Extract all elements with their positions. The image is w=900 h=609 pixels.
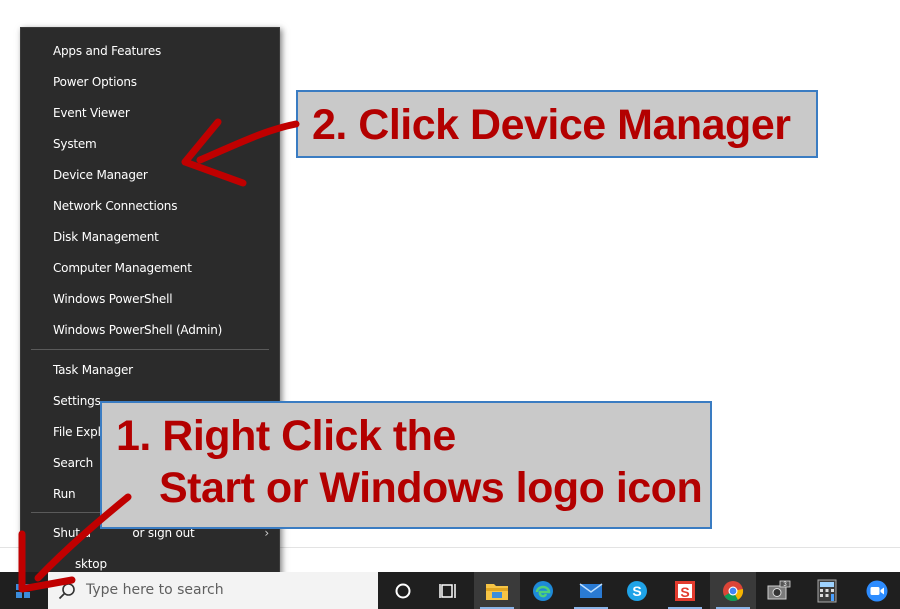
taskbar: Type here to search S S 3 [0, 572, 900, 609]
callout-step-1: 1. Right Click the Start or Windows logo… [100, 401, 712, 529]
menu-item-disk-management[interactable]: Disk Management [21, 222, 279, 252]
svg-text:S: S [680, 584, 689, 600]
task-view-icon[interactable] [426, 572, 472, 609]
callout-step-2-text: 2. Click Device Manager [312, 101, 791, 149]
search-placeholder: Type here to search [86, 582, 224, 598]
skype-icon[interactable]: S [614, 572, 660, 609]
menu-item-apps-and-features[interactable]: Apps and Features [21, 36, 279, 66]
chrome-icon[interactable] [710, 572, 756, 609]
camera-app-icon[interactable]: 3 [756, 572, 802, 609]
menu-item-device-manager[interactable]: Device Manager [21, 160, 279, 190]
menu-item-shut-down-label: Shut d [53, 526, 91, 540]
menu-item-computer-management[interactable]: Computer Management [21, 253, 279, 283]
menu-item-network-connections[interactable]: Network Connections [21, 191, 279, 221]
menu-item-system[interactable]: System [21, 129, 279, 159]
menu-item-windows-powershell[interactable]: Windows PowerShell [21, 284, 279, 314]
callout-step-1-line-1: 1. Right Click the [116, 412, 456, 460]
snagit-icon[interactable]: S [662, 572, 708, 609]
start-button[interactable] [0, 572, 48, 609]
callout-step-1-line-2: Start or Windows logo icon [159, 464, 703, 512]
menu-item-task-manager[interactable]: Task Manager [21, 355, 279, 385]
mail-icon[interactable] [568, 572, 614, 609]
callout-step-2: 2. Click Device Manager [296, 90, 818, 158]
taskbar-search-box[interactable]: Type here to search [48, 572, 378, 609]
zoom-icon[interactable] [854, 572, 900, 609]
windows-logo-icon [16, 584, 30, 598]
svg-text:S: S [632, 583, 641, 599]
search-icon [58, 583, 75, 600]
file-explorer-icon[interactable] [474, 572, 520, 609]
menu-separator [31, 349, 269, 350]
cortana-icon[interactable] [380, 572, 426, 609]
menu-item-event-viewer[interactable]: Event Viewer [21, 98, 279, 128]
menu-item-windows-powershell-admin[interactable]: Windows PowerShell (Admin) [21, 315, 279, 345]
menu-item-power-options[interactable]: Power Options [21, 67, 279, 97]
calculator-icon[interactable] [804, 572, 850, 609]
edge-icon[interactable] [520, 572, 566, 609]
